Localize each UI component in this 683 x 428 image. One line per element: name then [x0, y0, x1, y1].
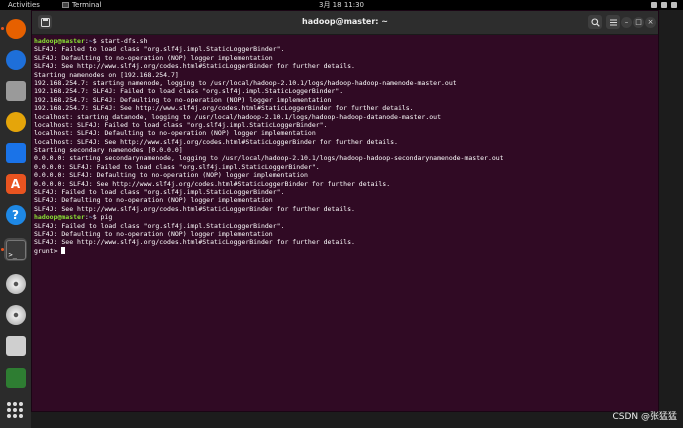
running-indicator [1, 27, 4, 30]
volume-icon [661, 2, 667, 8]
output-line: Starting namenodes on [192.168.254.7] [34, 70, 179, 79]
minimize-button[interactable]: – [621, 17, 632, 28]
output-line: 0.0.0.0: SLF4J: See http://www.slf4j.org… [34, 179, 391, 188]
dock-item[interactable] [4, 366, 27, 389]
apps-grid-dot [13, 402, 17, 406]
clock[interactable]: 3月 18 11:30 [319, 0, 364, 10]
dock-item[interactable] [4, 48, 27, 71]
grunt-prompt-line: grunt> [34, 246, 656, 255]
firefox-icon [5, 18, 26, 39]
output-line: 192.168.254.7: starting namenode, loggin… [34, 78, 457, 87]
prompt-user: hadoop@master [34, 213, 85, 222]
command-text: start-dfs.sh [96, 37, 148, 45]
output-line: Starting secondary namenodes [0.0.0.0] [34, 146, 183, 155]
power-icon [671, 2, 677, 8]
dock: A? >_ [0, 10, 31, 428]
output-line: SLF4J: See http://www.slf4j.org/codes.ht… [34, 204, 355, 213]
output-line: SLF4J: Defaulting to no-operation (NOP) … [34, 53, 273, 62]
dock-item[interactable] [4, 303, 27, 326]
output-line: 192.168.254.7: SLF4J: Failed to load cla… [34, 87, 344, 96]
running-indicator [1, 248, 4, 251]
show-apps-icon[interactable] [7, 402, 23, 418]
activities-button[interactable]: Activities [8, 1, 40, 9]
output-line: localhost: SLF4J: Defaulting to no-opera… [34, 129, 316, 138]
writer-icon [5, 142, 26, 163]
grunt-prompt: grunt> [34, 246, 62, 255]
output-line: SLF4J: Defaulting to no-operation (NOP) … [34, 196, 273, 205]
title-bar[interactable]: hadoop@master: ~ – □ × [32, 11, 658, 35]
apps-grid-dot [7, 402, 11, 406]
watermark: CSDN @张猛猛 [612, 412, 677, 422]
terminal-output[interactable]: hadoop@master:~$ start-dfs.sh SLF4J: Fail… [34, 37, 656, 409]
search-button[interactable] [588, 15, 602, 29]
terminal-icon [61, 2, 69, 8]
prompt-line: hadoop@master:~$ start-dfs.sh [34, 37, 656, 45]
dock-item[interactable] [4, 110, 27, 133]
apps-grid-dot [19, 408, 23, 412]
close-button[interactable]: × [645, 17, 656, 28]
output-line: SLF4J: Defaulting to no-operation (NOP) … [34, 229, 273, 238]
files-icon [5, 80, 26, 101]
output-line: 0.0.0.0: SLF4J: Defaulting to no-operati… [34, 171, 308, 180]
disc-icon [5, 304, 26, 325]
output-line: SLF4J: See http://www.slf4j.org/codes.ht… [34, 62, 355, 71]
dock-item[interactable] [4, 17, 27, 40]
disc-icon [5, 273, 26, 294]
dock-item[interactable] [4, 141, 27, 164]
dock-item[interactable] [4, 79, 27, 102]
app-name: Terminal [71, 1, 102, 9]
search-icon [590, 17, 600, 27]
window-title: hadoop@master: ~ [302, 17, 388, 26]
maximize-button[interactable]: □ [633, 17, 644, 28]
text-cursor [61, 246, 66, 254]
system-tray[interactable] [651, 2, 677, 8]
apps-grid-dot [13, 414, 17, 418]
rhythmbox-icon [5, 111, 26, 132]
output-line: localhost: SLF4J: See http://www.slf4j.o… [34, 137, 398, 146]
output-line: localhost: starting datanode, logging to… [34, 112, 441, 121]
app-center-icon: A [5, 173, 26, 194]
trash-icon [5, 367, 26, 388]
output-line: 0.0.0.0: SLF4J: Failed to load class "or… [34, 162, 320, 171]
dock-item[interactable] [4, 272, 27, 295]
output-line: SLF4J: Failed to load class "org.slf4j.i… [34, 45, 285, 54]
dock-item[interactable] [4, 334, 27, 357]
app-menu[interactable]: Terminal [61, 1, 102, 9]
prompt-user: hadoop@master [34, 37, 85, 45]
output-line: SLF4J: Failed to load class "org.slf4j.i… [34, 188, 285, 197]
apps-grid-dot [19, 414, 23, 418]
dock-item[interactable]: >_ [4, 238, 27, 261]
terminal-icon: >_ [5, 239, 26, 260]
output-line: SLF4J: Failed to load class "org.slf4j.i… [34, 221, 285, 230]
hamburger-menu-icon [609, 19, 617, 25]
dock-item[interactable]: A [4, 172, 27, 195]
thunderbird-icon [5, 49, 26, 70]
apps-grid-dot [7, 408, 11, 412]
help-icon: ? [5, 204, 26, 225]
output-line: 192.168.254.7: SLF4J: See http://www.slf… [34, 104, 414, 113]
apps-grid-dot [19, 402, 23, 406]
top-bar: Activities Terminal 3月 18 11:30 [0, 0, 683, 10]
prompt-line: hadoop@master:~$ pig [34, 213, 656, 221]
apps-grid-dot [13, 408, 17, 412]
output-line: SLF4J: See http://www.slf4j.org/codes.ht… [34, 238, 355, 247]
output-line: localhost: SLF4J: Failed to load class "… [34, 120, 328, 129]
save-disk-icon [5, 335, 26, 356]
output-line: 192.168.254.7: SLF4J: Defaulting to no-o… [34, 95, 332, 104]
menu-button[interactable] [606, 15, 620, 29]
terminal-window[interactable]: hadoop@master: ~ – □ × hadoop@master:~$ … [31, 10, 659, 412]
output-line: 0.0.0.0: starting secondarynamenode, log… [34, 154, 504, 163]
network-icon [651, 2, 657, 8]
dock-item[interactable]: ? [4, 203, 27, 226]
command-text: pig [96, 213, 113, 222]
apps-grid-dot [7, 414, 11, 418]
